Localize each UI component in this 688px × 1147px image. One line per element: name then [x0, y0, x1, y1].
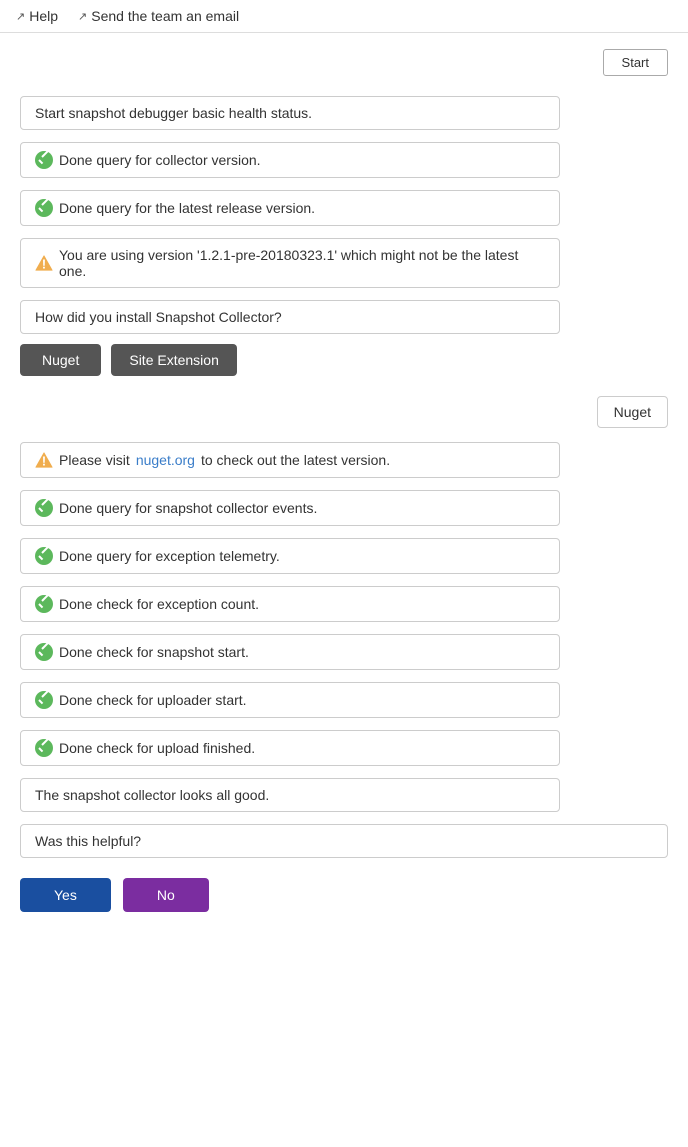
check-icon-events — [35, 499, 53, 517]
check-icon-latest-release — [35, 199, 53, 217]
yes-button[interactable]: Yes — [20, 878, 111, 912]
query-exception-telemetry-text: Done query for exception telemetry. — [59, 548, 280, 564]
query-events-text: Done query for snapshot collector events… — [59, 500, 317, 516]
nuget-button[interactable]: Nuget — [20, 344, 101, 376]
query-latest-release-box: Done query for the latest release versio… — [20, 190, 560, 226]
check-exception-count-box: Done check for exception count. — [20, 586, 560, 622]
nuget-response-box: Nuget — [597, 396, 668, 428]
email-label: Send the team an email — [91, 8, 239, 24]
version-warning-text: You are using version '1.2.1-pre-2018032… — [59, 247, 545, 279]
check-icon-exception-telemetry — [35, 547, 53, 565]
install-question-box: How did you install Snapshot Collector? — [20, 300, 560, 334]
version-warning-box: ! You are using version '1.2.1-pre-20180… — [20, 238, 560, 288]
helpful-buttons-row: Yes No — [20, 878, 668, 912]
check-snapshot-start-text: Done check for snapshot start. — [59, 644, 249, 660]
check-icon-collector-version — [35, 151, 53, 169]
query-exception-telemetry-box: Done query for exception telemetry. — [20, 538, 560, 574]
check-exception-count-text: Done check for exception count. — [59, 596, 259, 612]
external-link-icon: ↗ — [16, 10, 25, 23]
install-question-text: How did you install Snapshot Collector? — [35, 309, 282, 325]
warn-icon-version: ! — [35, 254, 53, 272]
looks-good-box: The snapshot collector looks all good. — [20, 778, 560, 812]
looks-good-text: The snapshot collector looks all good. — [35, 787, 269, 803]
check-icon-exception-count — [35, 595, 53, 613]
check-uploader-start-text: Done check for uploader start. — [59, 692, 247, 708]
check-icon-uploader-start — [35, 691, 53, 709]
help-link[interactable]: ↗ Help — [16, 8, 58, 24]
warn-icon-nuget: ! — [35, 451, 53, 469]
check-icon-upload-finished — [35, 739, 53, 757]
check-upload-finished-box: Done check for upload finished. — [20, 730, 560, 766]
site-extension-button[interactable]: Site Extension — [111, 344, 237, 376]
start-message-text: Start snapshot debugger basic health sta… — [35, 105, 312, 121]
check-uploader-start-box: Done check for uploader start. — [20, 682, 560, 718]
no-button[interactable]: No — [123, 878, 209, 912]
check-snapshot-start-box: Done check for snapshot start. — [20, 634, 560, 670]
top-bar: ↗ Help ↗ Send the team an email — [0, 0, 688, 33]
query-collector-version-box: Done query for collector version. — [20, 142, 560, 178]
nuget-response-text: Nuget — [614, 404, 651, 420]
nuget-visit-text-after: to check out the latest version. — [201, 452, 390, 468]
nuget-visit-text-before: Please visit — [59, 452, 130, 468]
main-content: Start Start snapshot debugger basic heal… — [0, 33, 688, 928]
email-link[interactable]: ↗ Send the team an email — [78, 8, 239, 24]
start-button[interactable]: Start — [603, 49, 668, 76]
start-btn-row: Start — [20, 49, 668, 76]
svg-text:!: ! — [42, 257, 46, 271]
query-collector-version-text: Done query for collector version. — [59, 152, 261, 168]
was-helpful-box: Was this helpful? — [20, 824, 668, 858]
check-upload-finished-text: Done check for upload finished. — [59, 740, 255, 756]
svg-text:!: ! — [42, 454, 46, 468]
query-latest-release-text: Done query for the latest release versio… — [59, 200, 315, 216]
was-helpful-text: Was this helpful? — [35, 833, 141, 849]
check-icon-snapshot-start — [35, 643, 53, 661]
nuget-response-row: Nuget — [20, 396, 668, 428]
install-buttons-row: Nuget Site Extension — [20, 344, 668, 376]
email-external-icon: ↗ — [78, 10, 87, 23]
nuget-visit-box: ! Please visit nuget.org to check out th… — [20, 442, 560, 478]
query-events-box: Done query for snapshot collector events… — [20, 490, 560, 526]
help-label: Help — [29, 8, 58, 24]
nuget-org-link[interactable]: nuget.org — [136, 452, 195, 468]
start-message-box: Start snapshot debugger basic health sta… — [20, 96, 560, 130]
